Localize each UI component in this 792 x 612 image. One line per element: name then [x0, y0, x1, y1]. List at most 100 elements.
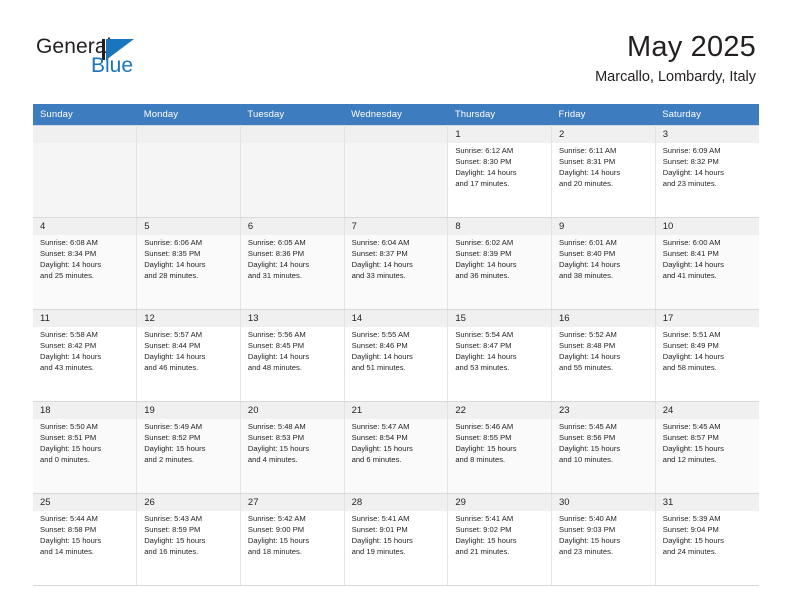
daylight-text-line1: Daylight: 15 hours: [247, 535, 310, 545]
calendar-day-cell[interactable]: 17 Sunrise: 5:51 AM Sunset: 8:49 PM Dayl…: [655, 309, 759, 402]
calendar-day-cell[interactable]: 22 Sunrise: 5:46 AM Sunset: 8:55 PM Dayl…: [447, 401, 553, 494]
daylight-text-line2: and 2 minutes.: [144, 454, 195, 464]
calendar-day-cell[interactable]: 5 Sunrise: 6:06 AM Sunset: 8:35 PM Dayli…: [136, 217, 241, 310]
daylight-text-line1: Daylight: 15 hours: [247, 443, 310, 453]
sunrise-text: Sunrise: 5:40 AM: [559, 514, 617, 523]
calendar-day-cell[interactable]: 12 Sunrise: 5:57 AM Sunset: 8:44 PM Dayl…: [136, 309, 241, 402]
sunrise-text: Sunrise: 5:43 AM: [144, 514, 203, 523]
calendar-day-cell[interactable]: 13 Sunrise: 5:56 AM Sunset: 8:45 PM Dayl…: [240, 309, 345, 402]
calendar-day-cell[interactable]: 31 Sunrise: 5:39 AM Sunset: 9:04 PM Dayl…: [655, 493, 759, 586]
calendar-day-cell[interactable]: 10 Sunrise: 6:00 AM Sunset: 8:41 PM Dayl…: [655, 217, 759, 310]
page-header: General Blue May 2025 Marcallo, Lombardy…: [0, 0, 792, 85]
calendar-day-cell[interactable]: 16 Sunrise: 5:52 AM Sunset: 8:48 PM Dayl…: [551, 309, 656, 402]
daylight-text-line1: Daylight: 14 hours: [559, 167, 621, 177]
daylight-text-line2: and 33 minutes.: [351, 270, 406, 280]
daylight-text-line1: Daylight: 15 hours: [351, 443, 413, 453]
calendar-week-row: 11 Sunrise: 5:58 AM Sunset: 8:42 PM Dayl…: [33, 309, 759, 402]
day-number: 9: [552, 218, 655, 235]
sunset-text: Sunset: 9:00 PM: [247, 524, 305, 534]
sunrise-text: Sunrise: 5:47 AM: [351, 422, 410, 431]
daylight-text-line1: Daylight: 14 hours: [144, 351, 206, 361]
daylight-text-line2: and 14 minutes.: [40, 546, 95, 556]
calendar-day-cell-empty: [136, 125, 241, 218]
day-number: 26: [137, 494, 240, 511]
sunrise-text: Sunrise: 6:05 AM: [247, 238, 306, 247]
calendar-day-cell[interactable]: 6 Sunrise: 6:05 AM Sunset: 8:36 PM Dayli…: [240, 217, 345, 310]
calendar-day-cell[interactable]: 30 Sunrise: 5:40 AM Sunset: 9:03 PM Dayl…: [551, 493, 656, 586]
calendar-day-cell[interactable]: 7 Sunrise: 6:04 AM Sunset: 8:37 PM Dayli…: [344, 217, 449, 310]
daylight-text-line1: Daylight: 15 hours: [455, 443, 517, 453]
day-details: Sunrise: 5:39 AM Sunset: 9:04 PM Dayligh…: [656, 511, 759, 558]
daylight-text-line1: Daylight: 15 hours: [40, 535, 102, 545]
sunset-text: Sunset: 8:42 PM: [40, 340, 97, 350]
sunrise-text: Sunrise: 5:39 AM: [662, 514, 721, 523]
daylight-text-line2: and 12 minutes.: [662, 454, 717, 464]
day-details: Sunrise: 5:46 AM Sunset: 8:55 PM Dayligh…: [448, 419, 551, 466]
calendar-day-cell[interactable]: 9 Sunrise: 6:01 AM Sunset: 8:40 PM Dayli…: [551, 217, 656, 310]
daylight-text-line1: Daylight: 14 hours: [40, 351, 102, 361]
daylight-text-line1: Daylight: 15 hours: [455, 535, 517, 545]
daylight-text-line1: Daylight: 15 hours: [144, 443, 206, 453]
calendar-day-cell[interactable]: 24 Sunrise: 5:45 AM Sunset: 8:57 PM Dayl…: [655, 401, 759, 494]
daylight-text-line1: Daylight: 14 hours: [559, 259, 621, 269]
weekday-header-thursday: Thursday: [447, 104, 552, 126]
daylight-text-line2: and 41 minutes.: [662, 270, 717, 280]
calendar-day-cell[interactable]: 2 Sunrise: 6:11 AM Sunset: 8:31 PM Dayli…: [551, 125, 656, 218]
sunset-text: Sunset: 8:37 PM: [351, 248, 408, 258]
sunrise-text: Sunrise: 5:48 AM: [247, 422, 306, 431]
sunrise-text: Sunrise: 5:54 AM: [455, 330, 514, 339]
daylight-text-line2: and 16 minutes.: [144, 546, 199, 556]
title-block: May 2025 Marcallo, Lombardy, Italy: [595, 30, 756, 86]
daylight-text-line2: and 51 minutes.: [351, 362, 406, 372]
daylight-text-line2: and 43 minutes.: [40, 362, 95, 372]
day-details: Sunrise: 5:48 AM Sunset: 8:53 PM Dayligh…: [241, 419, 344, 466]
sunrise-text: Sunrise: 5:44 AM: [40, 514, 98, 523]
sunset-text: Sunset: 8:51 PM: [40, 432, 97, 442]
calendar-body: 1 Sunrise: 6:12 AM Sunset: 8:30 PM Dayli…: [33, 125, 759, 586]
daylight-text-line2: and 21 minutes.: [455, 546, 510, 556]
calendar-day-cell[interactable]: 19 Sunrise: 5:49 AM Sunset: 8:52 PM Dayl…: [136, 401, 241, 494]
day-details: Sunrise: 6:08 AM Sunset: 8:34 PM Dayligh…: [33, 235, 136, 282]
sunset-text: Sunset: 8:45 PM: [247, 340, 305, 350]
day-number: 21: [344, 402, 448, 419]
calendar-day-cell[interactable]: 23 Sunrise: 5:45 AM Sunset: 8:56 PM Dayl…: [551, 401, 656, 494]
calendar-day-cell[interactable]: 11 Sunrise: 5:58 AM Sunset: 8:42 PM Dayl…: [33, 309, 138, 402]
day-number: 11: [33, 310, 137, 327]
daylight-text-line1: Daylight: 15 hours: [559, 443, 621, 453]
day-details: Sunrise: 5:40 AM Sunset: 9:03 PM Dayligh…: [552, 511, 655, 558]
day-details: Sunrise: 6:06 AM Sunset: 8:35 PM Dayligh…: [137, 235, 240, 282]
day-number: 14: [344, 310, 448, 327]
calendar-day-cell[interactable]: 20 Sunrise: 5:48 AM Sunset: 8:53 PM Dayl…: [240, 401, 345, 494]
daylight-text-line2: and 25 minutes.: [40, 270, 95, 280]
sunset-text: Sunset: 8:30 PM: [455, 156, 512, 166]
daylight-text-line1: Daylight: 14 hours: [144, 259, 206, 269]
calendar-day-cell[interactable]: 14 Sunrise: 5:55 AM Sunset: 8:46 PM Dayl…: [344, 309, 449, 402]
day-number: 20: [240, 402, 344, 419]
calendar-day-cell[interactable]: 21 Sunrise: 5:47 AM Sunset: 8:54 PM Dayl…: [344, 401, 449, 494]
calendar-day-cell[interactable]: 8 Sunrise: 6:02 AM Sunset: 8:39 PM Dayli…: [447, 217, 553, 310]
calendar-day-cell[interactable]: 1 Sunrise: 6:12 AM Sunset: 8:30 PM Dayli…: [447, 125, 553, 218]
calendar-day-cell[interactable]: 29 Sunrise: 5:41 AM Sunset: 9:02 PM Dayl…: [447, 493, 553, 586]
calendar-day-cell[interactable]: 27 Sunrise: 5:42 AM Sunset: 9:00 PM Dayl…: [240, 493, 345, 586]
daylight-text-line1: Daylight: 14 hours: [351, 259, 413, 269]
calendar-day-cell[interactable]: 25 Sunrise: 5:44 AM Sunset: 8:58 PM Dayl…: [33, 493, 138, 586]
calendar-day-cell[interactable]: 18 Sunrise: 5:50 AM Sunset: 8:51 PM Dayl…: [33, 401, 138, 494]
daylight-text-line2: and 23 minutes.: [662, 178, 717, 188]
sunrise-text: Sunrise: 5:45 AM: [662, 422, 721, 431]
calendar-week-row: 25 Sunrise: 5:44 AM Sunset: 8:58 PM Dayl…: [33, 493, 759, 586]
calendar-week-row: 4 Sunrise: 6:08 AM Sunset: 8:34 PM Dayli…: [33, 217, 759, 310]
sunset-text: Sunset: 8:31 PM: [559, 156, 616, 166]
calendar-day-cell[interactable]: 3 Sunrise: 6:09 AM Sunset: 8:32 PM Dayli…: [655, 125, 759, 218]
day-number: 10: [655, 218, 759, 235]
calendar-day-cell[interactable]: 26 Sunrise: 5:43 AM Sunset: 8:59 PM Dayl…: [136, 493, 241, 586]
calendar-day-cell[interactable]: 15 Sunrise: 5:54 AM Sunset: 8:47 PM Dayl…: [447, 309, 553, 402]
calendar-day-cell[interactable]: 4 Sunrise: 6:08 AM Sunset: 8:34 PM Dayli…: [33, 217, 138, 310]
daylight-text-line1: Daylight: 15 hours: [559, 535, 621, 545]
calendar-day-cell[interactable]: 28 Sunrise: 5:41 AM Sunset: 9:01 PM Dayl…: [344, 493, 449, 586]
general-blue-logo[interactable]: General Blue: [36, 36, 156, 84]
sunrise-text: Sunrise: 5:41 AM: [351, 514, 410, 523]
sunset-text: Sunset: 8:56 PM: [559, 432, 616, 442]
sunrise-text: Sunrise: 5:51 AM: [662, 330, 721, 339]
sunrise-text: Sunrise: 6:08 AM: [40, 238, 98, 247]
sunset-text: Sunset: 9:03 PM: [559, 524, 616, 534]
